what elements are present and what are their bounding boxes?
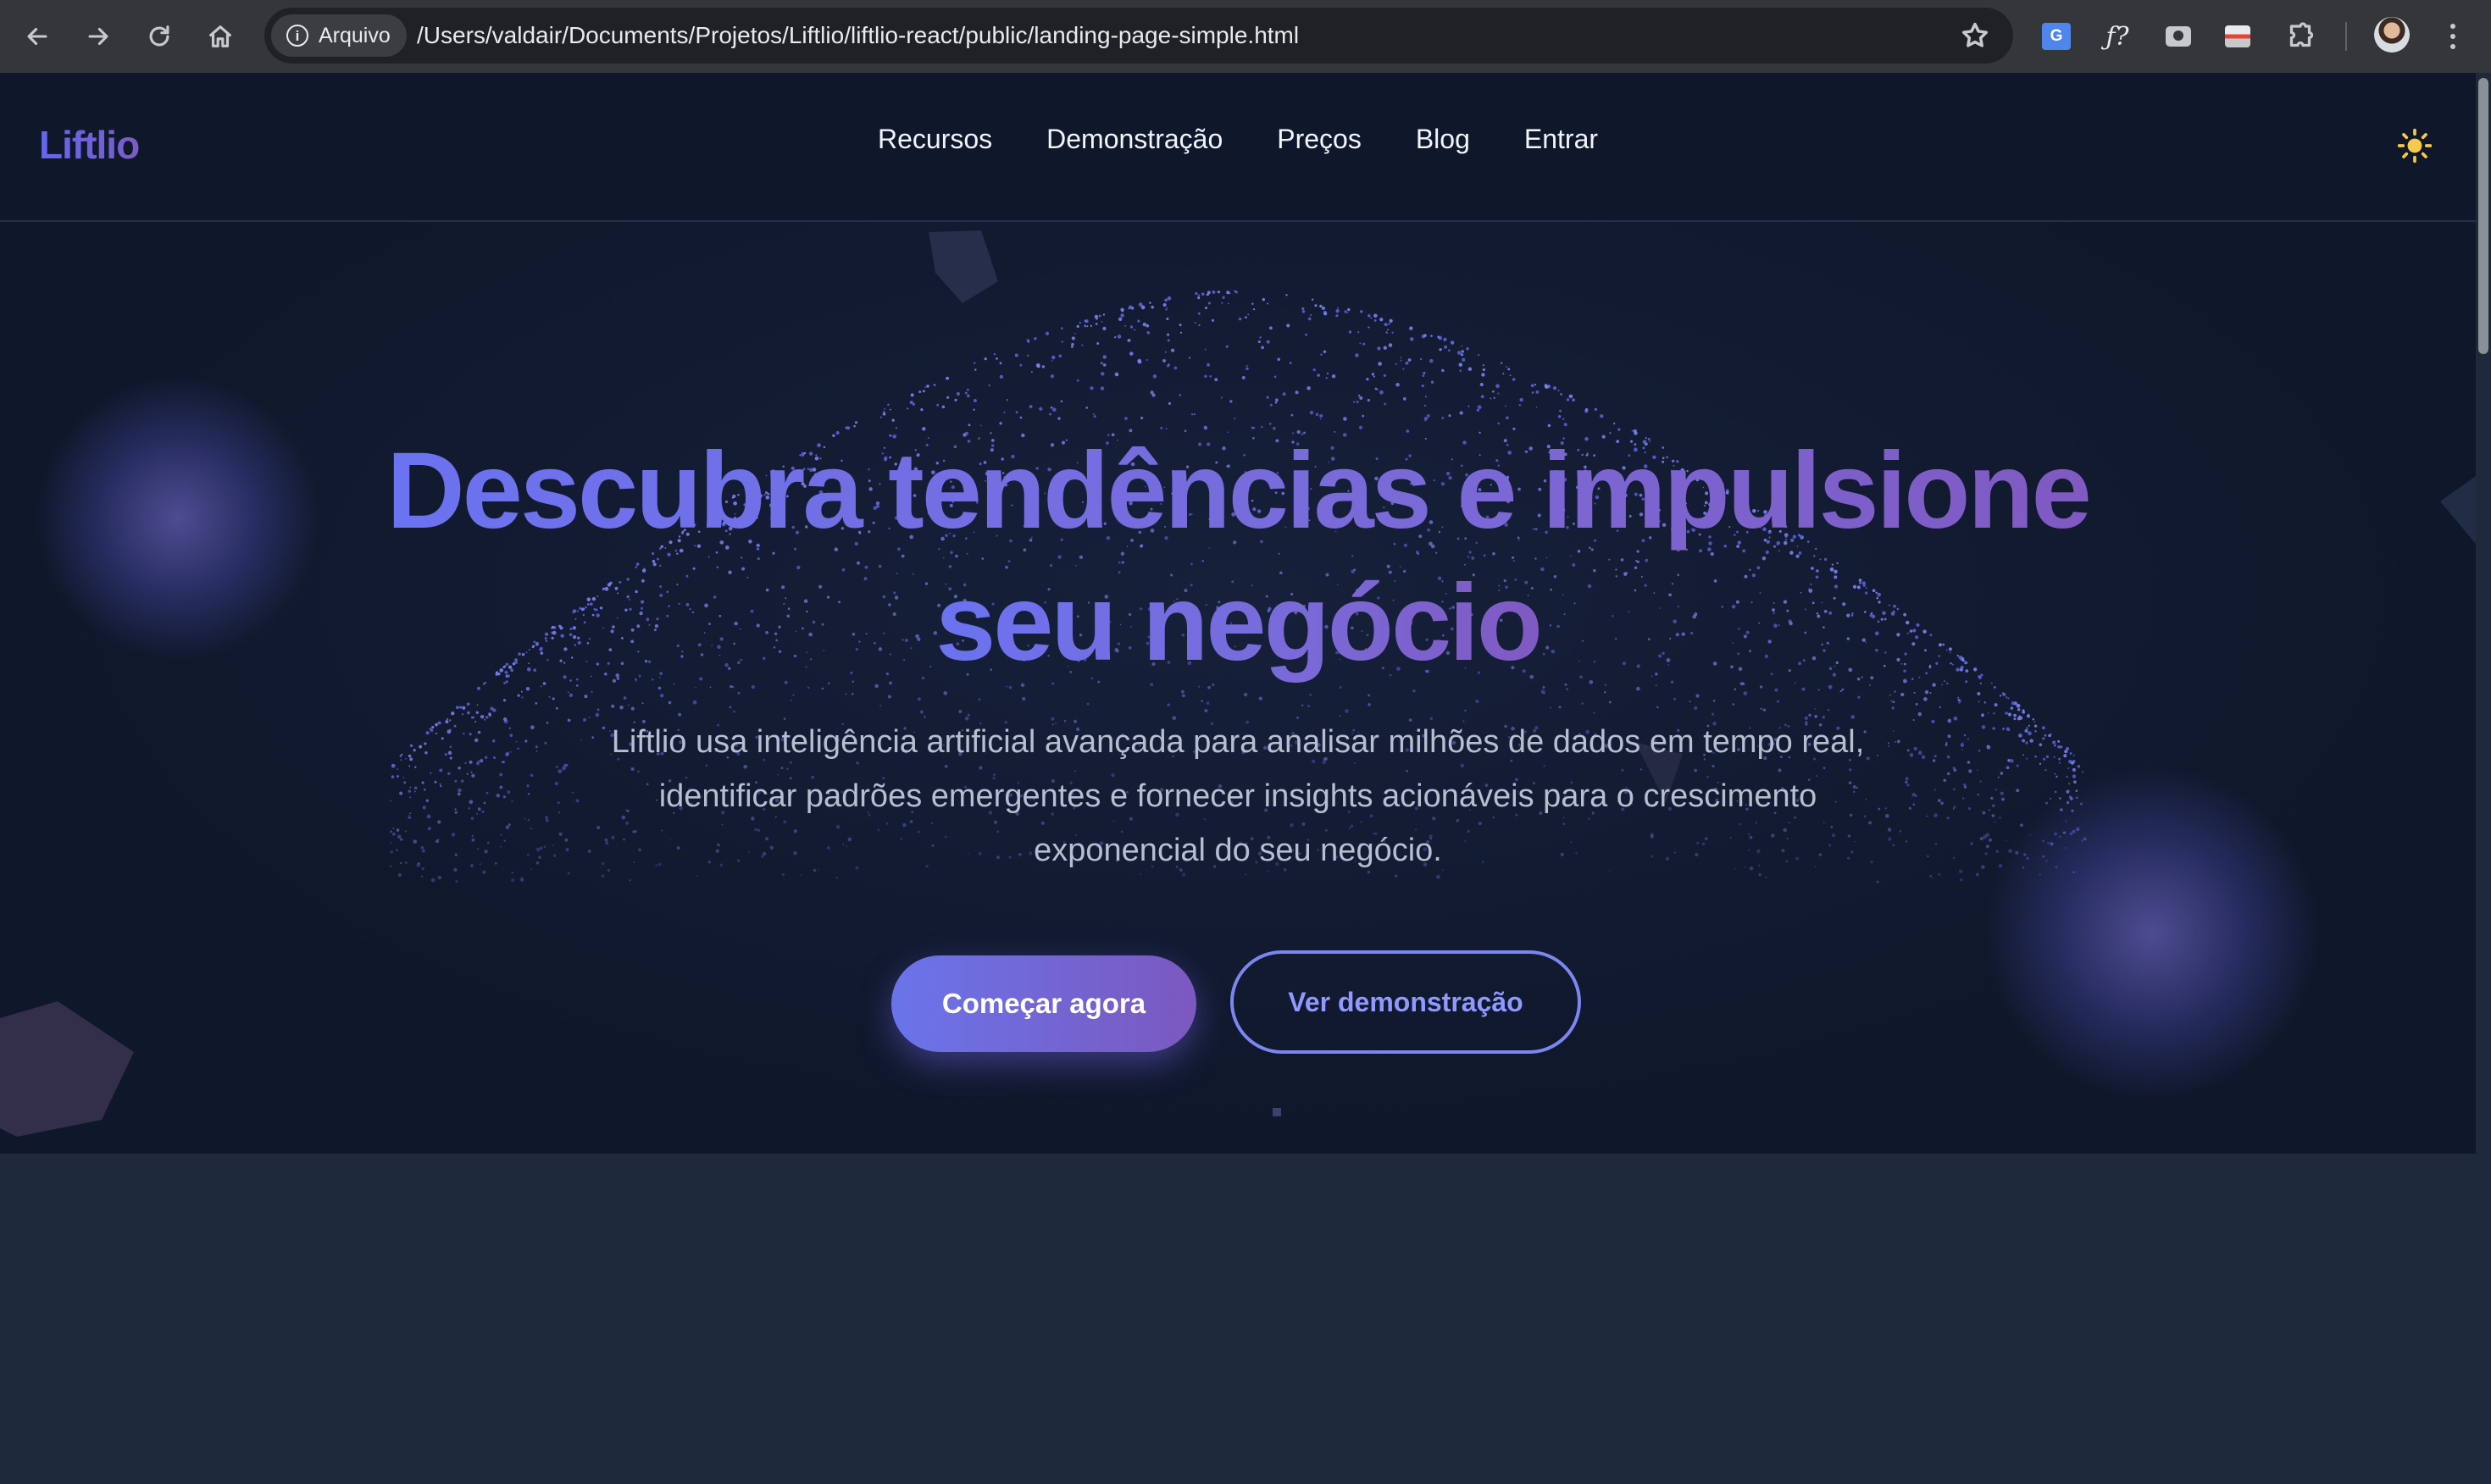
site-info-chip[interactable]: i Arquivo [271, 14, 407, 57]
nav-link-entrar[interactable]: Entrar [1524, 124, 1598, 155]
google-translate-icon: G [2042, 23, 2071, 50]
sun-icon [2397, 128, 2433, 163]
puzzle-icon [2289, 22, 2314, 47]
forward-arrow-icon [88, 27, 108, 46]
browser-toolbar: i Arquivo /Users/valdair/Documents/Proje… [0, 0, 2491, 73]
reload-button[interactable] [136, 13, 183, 60]
fx-extension[interactable]: ƒ? [2096, 15, 2139, 58]
hero-subtitle-line-1: Liftlio usa inteligência artificial avan… [611, 724, 1865, 760]
start-now-button[interactable]: Começar agora [891, 955, 1196, 1052]
page-scrollbar[interactable] [2476, 73, 2491, 1484]
kebab-dot [2450, 44, 2455, 49]
theme-toggle-button[interactable] [2396, 127, 2433, 164]
back-arrow-icon [27, 27, 47, 46]
window-extension[interactable] [2216, 15, 2259, 58]
home-button[interactable] [197, 13, 244, 60]
hero-title-line-2: seu negócio [935, 562, 1543, 684]
extensions-button[interactable] [2279, 15, 2322, 58]
view-demo-button[interactable]: Ver demonstração [1230, 950, 1581, 1054]
main-nav: Recursos Demonstração Preços Blog Entrar [0, 124, 2476, 155]
home-icon [209, 25, 231, 47]
scrollbar-thumb[interactable] [2478, 78, 2488, 354]
star-icon [1961, 22, 1989, 47]
url-text[interactable]: /Users/valdair/Documents/Projetos/Liftli… [417, 8, 1299, 64]
browser-menu-button[interactable] [2440, 15, 2466, 58]
hero-subtitle-line-2: identificar padrões emergentes e fornece… [658, 778, 1817, 814]
toolbar-divider [2345, 22, 2347, 51]
hero-subtitle-line-3: exponencial do seu negócio. [1034, 833, 1442, 868]
back-button[interactable] [14, 13, 61, 60]
google-translate-extension[interactable]: G [2035, 15, 2078, 58]
hero-section: Descubra tendências e impulsione seu neg… [0, 222, 2476, 1154]
profile-avatar[interactable] [2374, 17, 2410, 53]
next-section [0, 1154, 2476, 1484]
address-bar[interactable]: i Arquivo /Users/valdair/Documents/Proje… [264, 8, 2013, 64]
site-info-label: Arquivo [319, 23, 391, 47]
nav-link-recursos[interactable]: Recursos [878, 124, 992, 155]
kebab-dot [2450, 34, 2455, 39]
window-icon [2225, 25, 2250, 47]
page-viewport: Liftlio Recursos Demonstração Preços Blo… [0, 73, 2476, 1484]
kebab-dot [2450, 24, 2455, 29]
site-header: Liftlio Recursos Demonstração Preços Blo… [0, 73, 2476, 222]
bookmark-star-button[interactable] [1959, 19, 1991, 52]
info-icon: i [286, 25, 308, 47]
reload-icon [149, 25, 169, 47]
nav-link-blog[interactable]: Blog [1416, 124, 1470, 155]
hero-subtitle: Liftlio usa inteligência artificial avan… [560, 715, 1916, 878]
hero-title-line-1: Descubra tendências e impulsione [386, 430, 2092, 551]
forward-button[interactable] [75, 13, 122, 60]
nav-link-demonstracao[interactable]: Demonstração [1046, 124, 1223, 155]
hero-title: Descubra tendências e impulsione seu neg… [0, 425, 2476, 689]
camera-icon [2166, 26, 2191, 47]
nav-link-precos[interactable]: Preços [1277, 124, 1362, 155]
screenshot-extension[interactable] [2157, 15, 2200, 58]
fx-icon: ƒ? [2105, 21, 2129, 52]
glow-orb-right [1983, 764, 2322, 1103]
